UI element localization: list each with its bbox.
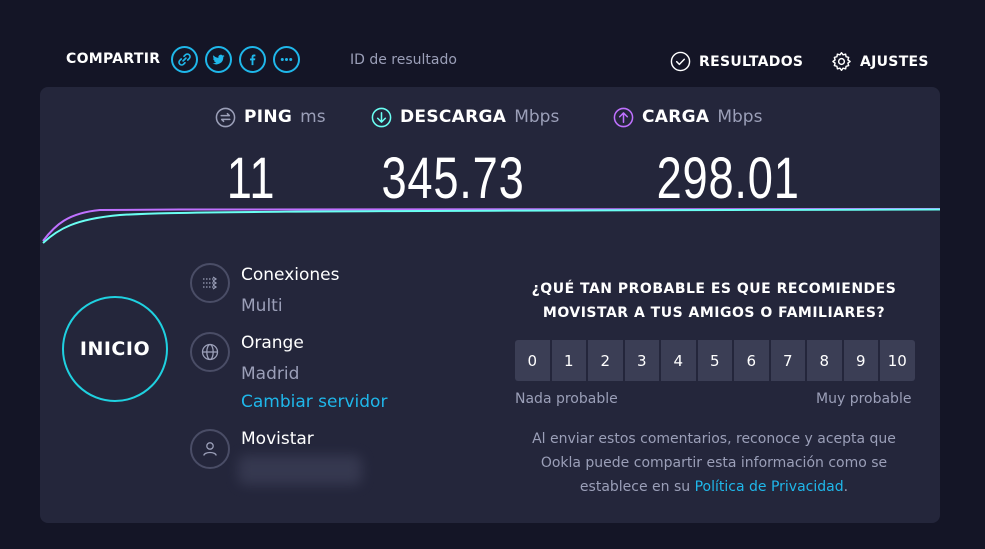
download-metric: DESCARGA Mbps 345.73: [371, 105, 571, 211]
ping-metric: PING ms 11: [215, 105, 335, 211]
download-arrow-icon: [371, 107, 392, 127]
more-icon[interactable]: [273, 46, 300, 73]
download-graph-line: [42, 208, 940, 244]
upload-header: CARGA Mbps: [613, 105, 773, 129]
share-label: COMPARTIR: [66, 51, 161, 67]
download-unit: Mbps: [514, 107, 560, 127]
rating-option-6[interactable]: 6: [734, 340, 769, 381]
check-circle-icon: [670, 51, 691, 72]
settings-button[interactable]: AJUSTES: [831, 51, 929, 72]
rating-option-10[interactable]: 10: [880, 340, 915, 381]
rating-option-4[interactable]: 4: [661, 340, 696, 381]
gear-icon: [832, 52, 851, 71]
rating-option-9[interactable]: 9: [843, 340, 878, 381]
user-icon: [190, 429, 230, 469]
rating-option-0[interactable]: 0: [515, 340, 550, 381]
upload-metric: CARGA Mbps 298.01: [613, 105, 799, 211]
download-label: DESCARGA: [400, 107, 507, 127]
top-bar: COMPARTIR ID de resultado RESULTADOS AJU…: [0, 0, 985, 86]
upload-arrow-icon: [613, 107, 634, 127]
rating-option-1[interactable]: 1: [551, 340, 586, 381]
ping-header: PING ms: [215, 105, 335, 129]
rating-option-5[interactable]: 5: [697, 340, 732, 381]
disclaimer-end: .: [843, 479, 849, 495]
rating-option-3[interactable]: 3: [624, 340, 659, 381]
facebook-icon[interactable]: [239, 46, 266, 73]
scale-high-label: Muy probable: [816, 391, 912, 407]
connections-icon: [190, 263, 230, 303]
ping-label: PING: [244, 107, 293, 127]
server-location: Madrid: [241, 364, 300, 384]
rating-scale: 0 1 2 3 4 5 6 7 8 9 10: [515, 340, 915, 381]
results-button[interactable]: RESULTADOS: [670, 51, 803, 72]
share-icons: [171, 46, 300, 73]
globe-icon: [190, 332, 230, 372]
scale-low-label: Nada probable: [515, 391, 618, 407]
link-icon[interactable]: [171, 46, 198, 73]
start-button[interactable]: INICIO: [62, 296, 168, 402]
result-id-label[interactable]: ID de resultado: [350, 52, 457, 68]
upload-unit: Mbps: [717, 107, 763, 127]
speed-graph: [42, 208, 940, 244]
download-header: DESCARGA Mbps: [371, 105, 571, 129]
isp-name: Movistar: [241, 429, 314, 449]
server-name: Orange: [241, 333, 304, 353]
settings-label: AJUSTES: [860, 53, 929, 70]
upload-label: CARGA: [642, 107, 710, 127]
results-panel: PING ms 11 DESCARGA Mbps 345.73 CARGA Mb…: [40, 87, 940, 523]
start-button-label: INICIO: [79, 338, 151, 360]
ping-unit: ms: [300, 107, 326, 127]
change-server-link[interactable]: Cambiar servidor: [241, 392, 387, 412]
twitter-icon[interactable]: [205, 46, 232, 73]
connections-value[interactable]: Multi: [241, 296, 283, 316]
rating-option-7[interactable]: 7: [770, 340, 805, 381]
privacy-policy-link[interactable]: Política de Privacidad: [695, 479, 844, 495]
blurred-ip-address: [238, 455, 362, 485]
rating-option-2[interactable]: 2: [588, 340, 623, 381]
survey-question: ¿QUÉ TAN PROBABLE ES QUE RECOMIENDES MOV…: [531, 281, 897, 321]
connections-title: Conexiones: [241, 265, 340, 285]
rating-option-8[interactable]: 8: [807, 340, 842, 381]
ping-icon: [215, 107, 236, 127]
privacy-disclaimer: Al enviar estos comentarios, reconoce y …: [514, 427, 914, 499]
results-label: RESULTADOS: [699, 53, 804, 70]
